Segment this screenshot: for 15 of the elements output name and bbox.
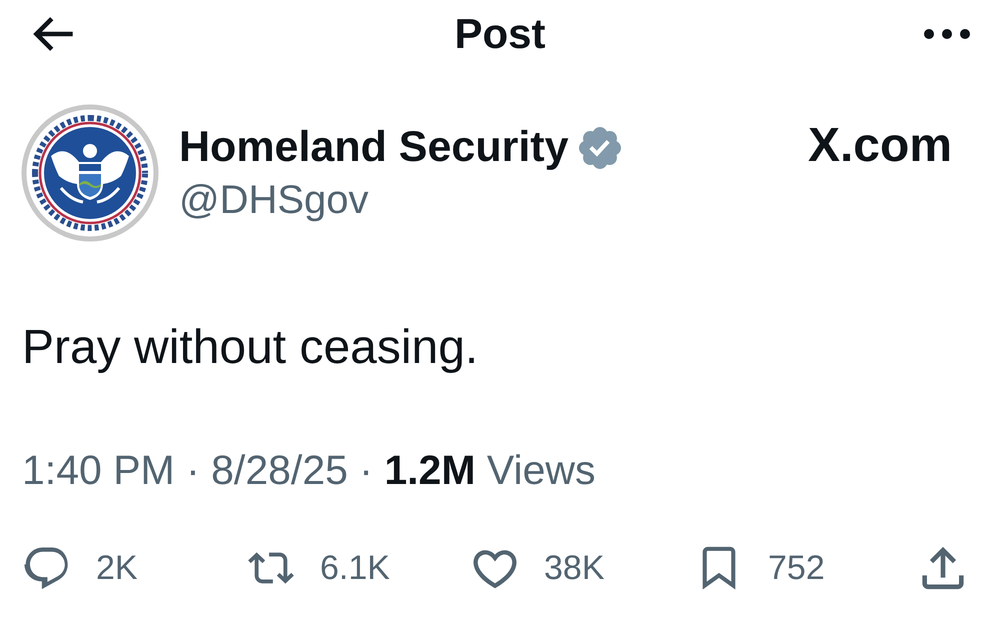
share-icon bbox=[920, 546, 966, 590]
speech-bubble-icon bbox=[24, 546, 70, 590]
more-button[interactable] bbox=[922, 27, 972, 41]
page-title: Post bbox=[454, 13, 546, 55]
bookmark-button[interactable]: 752 bbox=[696, 546, 920, 590]
author-handle[interactable]: @DHSgov bbox=[179, 178, 369, 222]
post-text: Pray without ceasing. bbox=[22, 320, 478, 376]
like-button[interactable]: 38K bbox=[472, 546, 696, 590]
source-label: X.com bbox=[808, 122, 952, 170]
share-button[interactable] bbox=[920, 546, 966, 590]
repost-button[interactable]: 6.1K bbox=[248, 546, 472, 590]
author-name[interactable]: Homeland Security bbox=[179, 124, 568, 172]
more-dots-icon bbox=[924, 29, 970, 39]
reply-button[interactable]: 2K bbox=[24, 546, 248, 590]
post-meta: 1:40 PM · 8/28/25 · 1.2M Views bbox=[22, 447, 596, 494]
